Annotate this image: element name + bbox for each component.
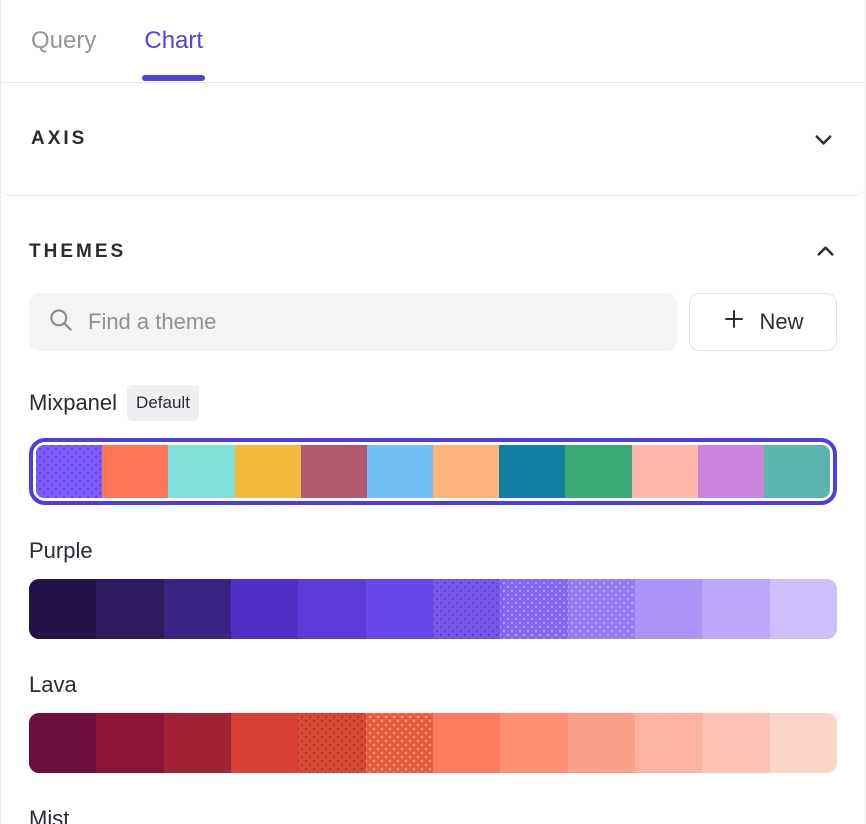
themes-section-title: THEMES [29, 241, 126, 263]
color-swatch [367, 445, 433, 498]
section-axis[interactable]: AXIS [1, 83, 865, 196]
theme-item: Purple [29, 536, 837, 639]
tab-query[interactable]: Query [31, 0, 96, 82]
color-swatch [433, 445, 499, 498]
color-swatch [635, 579, 702, 639]
axis-section-title: AXIS [31, 128, 87, 150]
color-swatch [298, 579, 365, 639]
color-swatch [568, 579, 635, 639]
color-swatch [565, 445, 631, 498]
swatch-bar [29, 579, 837, 639]
theme-search-input[interactable] [88, 309, 659, 335]
chevron-up-icon[interactable] [814, 240, 837, 263]
color-swatch [632, 445, 698, 498]
color-swatch [96, 579, 163, 639]
theme-name: Mist [29, 804, 69, 824]
color-swatch [568, 713, 635, 773]
color-swatch [366, 579, 433, 639]
color-swatch [231, 579, 298, 639]
theme-label-row: Mist [29, 804, 837, 824]
color-swatch [164, 579, 231, 639]
tabbar: Query Chart [1, 0, 865, 83]
theme-label-row: Mixpanel Default [29, 385, 837, 421]
color-swatch [235, 445, 301, 498]
section-themes: THEMES [1, 196, 865, 824]
tab-chart[interactable]: Chart [144, 0, 203, 82]
color-swatch [168, 445, 234, 498]
color-swatch [635, 713, 702, 773]
chevron-down-icon[interactable] [812, 128, 835, 151]
color-swatch [366, 713, 433, 773]
theme-item: Mixpanel Default [29, 385, 837, 505]
tab-chart-label: Chart [144, 27, 203, 55]
color-swatch [499, 445, 565, 498]
theme-name: Mixpanel [29, 388, 117, 418]
color-swatch [764, 445, 830, 498]
color-swatch [96, 713, 163, 773]
color-swatch [770, 579, 837, 639]
color-swatch [102, 445, 168, 498]
color-swatch [702, 713, 769, 773]
swatch-bar [29, 713, 837, 773]
theme-default-badge: Default [127, 385, 199, 421]
color-swatch [500, 579, 567, 639]
color-swatch [29, 713, 96, 773]
themes-header: THEMES [29, 196, 837, 263]
color-swatch [29, 579, 96, 639]
color-swatch [298, 713, 365, 773]
color-swatch [36, 445, 102, 498]
theme-swatches-lava[interactable] [29, 713, 837, 773]
color-swatch [301, 445, 367, 498]
color-swatch [231, 713, 298, 773]
tab-query-label: Query [31, 27, 96, 55]
color-swatch [698, 445, 764, 498]
plus-icon [722, 307, 746, 337]
theme-swatches-purple[interactable] [29, 579, 837, 639]
search-icon [47, 306, 74, 338]
color-swatch [433, 713, 500, 773]
color-swatch [164, 713, 231, 773]
color-swatch [770, 713, 837, 773]
theme-name: Purple [29, 536, 93, 566]
theme-swatches-mixpanel[interactable] [29, 438, 837, 505]
color-swatch [702, 579, 769, 639]
theme-list: Mixpanel Default Purple Lava Mist [29, 385, 837, 824]
chart-settings-panel: Query Chart AXIS THEMES [0, 0, 866, 824]
theme-search-row: New [29, 293, 837, 351]
new-theme-button[interactable]: New [689, 293, 837, 351]
color-swatch [433, 579, 500, 639]
theme-label-row: Purple [29, 536, 837, 566]
color-swatch [500, 713, 567, 773]
theme-name: Lava [29, 670, 77, 700]
theme-item: Mist [29, 804, 837, 824]
new-theme-button-label: New [759, 309, 803, 335]
theme-label-row: Lava [29, 670, 837, 700]
swatch-bar [36, 445, 830, 498]
theme-search-box[interactable] [29, 293, 677, 351]
theme-item: Lava [29, 670, 837, 773]
